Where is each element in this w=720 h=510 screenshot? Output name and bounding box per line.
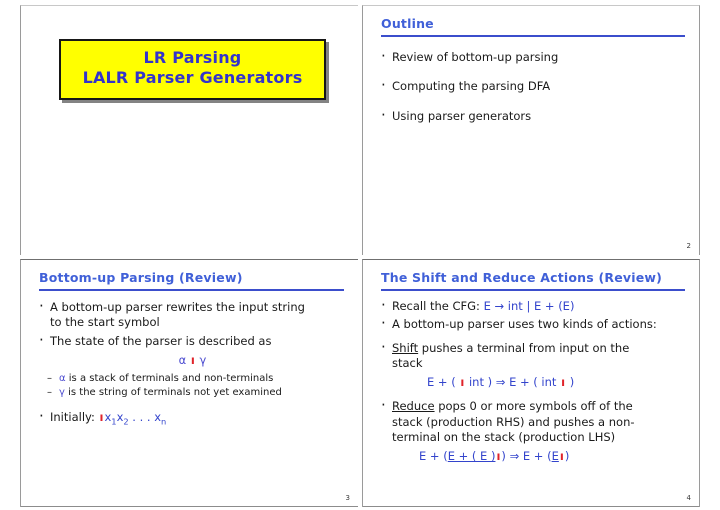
header-rule xyxy=(381,289,685,291)
bullet-rewrites: A bottom-up parser rewrites the input st… xyxy=(37,297,348,331)
implies-arrow-icon: ⇒ xyxy=(495,375,506,390)
initially-label: Initially: xyxy=(50,409,95,424)
slide-outline: Outline Review of bottom-up parsing Comp… xyxy=(362,5,700,255)
shift-example-part2: int ) xyxy=(468,375,493,390)
outline-item-3: Using parser generators xyxy=(379,106,689,125)
header-rule xyxy=(39,289,344,291)
bullet-recall-cfg: Recall the CFG: E → int | E + (E) xyxy=(379,296,689,315)
gamma-symbol: γ xyxy=(59,387,65,399)
slide-bottom-up-header: Bottom-up Parsing (Review) xyxy=(39,270,344,291)
reduce-line-3: terminal on the stack (production LHS) xyxy=(392,429,616,444)
slide-title: LR Parsing LALR Parser Generators xyxy=(20,5,358,255)
title-line-2: LALR Parser Generators xyxy=(82,68,303,88)
sub-bullet-gamma-text: is the string of terminals not yet exami… xyxy=(68,387,282,399)
header-rule xyxy=(381,35,685,37)
slide-handout-page: LR Parsing LALR Parser Generators Outlin… xyxy=(0,0,720,510)
state-notation: α ı γ xyxy=(37,353,348,368)
sub-bullet-alpha: α is a stack of terminals and non-termin… xyxy=(37,372,348,386)
shift-keyword: Shift xyxy=(392,340,419,355)
bullet-two-kinds: A bottom-up parser uses two kinds of act… xyxy=(379,314,689,333)
slide-bottom-up-body: A bottom-up parser rewrites the input st… xyxy=(37,297,348,430)
bullet-shift: Shift pushes a terminal from input on th… xyxy=(379,338,689,372)
slide-shift-reduce-body: Recall the CFG: E → int | E + (E) A bott… xyxy=(379,296,689,469)
bullet-rewrites-line2: to the start symbol xyxy=(50,315,160,330)
page-number: 3 xyxy=(345,494,350,502)
title-line-1: LR Parsing xyxy=(143,48,242,67)
recall-label: Recall the CFG: xyxy=(392,299,480,313)
shift-line-2: stack xyxy=(392,355,423,370)
stack-bar-icon: ı xyxy=(190,352,195,367)
shift-example-part1: E + ( xyxy=(427,375,456,390)
bullet-initially: Initially: ıx1x2 . . . xn xyxy=(37,407,348,427)
page-number: 4 xyxy=(686,494,691,502)
ellipsis: . . . xyxy=(132,409,151,424)
reduce-example: E + (E + ( E )ı) ⇒ E + (Eı) xyxy=(379,449,689,464)
slide-outline-body: Review of bottom-up parsing Computing th… xyxy=(379,47,689,138)
symbol-x2-index: 2 xyxy=(123,416,129,427)
stack-bar-icon: ı xyxy=(460,375,465,390)
shift-example-part4: ) xyxy=(569,375,575,390)
initially-symbols: x1x2 . . . xn xyxy=(104,409,167,427)
slide-bottom-up-parsing: Bottom-up Parsing (Review) A bottom-up p… xyxy=(20,259,358,507)
reduce-example-pre: E + ( xyxy=(419,449,448,464)
title-box: LR Parsing LALR Parser Generators xyxy=(59,39,326,100)
symbol-xn-index: n xyxy=(161,416,167,427)
outline-item-2: Computing the parsing DFA xyxy=(379,76,689,95)
reduce-example-mid: ) xyxy=(501,449,506,464)
bullet-reduce: Reduce pops 0 or more symbols off of the… xyxy=(379,396,689,445)
implies-arrow-icon: ⇒ xyxy=(509,449,520,464)
slide-shift-reduce-header-text: The Shift and Reduce Actions (Review) xyxy=(381,270,663,285)
reduce-text-1: pops 0 or more symbols off of the xyxy=(438,399,633,414)
shift-line-1: Shift pushes a terminal from input on th… xyxy=(392,341,689,356)
reduce-example-end: ) xyxy=(564,449,570,464)
reduce-line-2: stack (production RHS) and pushes a non- xyxy=(392,414,635,429)
reduce-example-lhs: E xyxy=(551,449,559,464)
stack-bar-icon: ı xyxy=(561,375,566,390)
shift-text-1: pushes a terminal from input on the xyxy=(421,340,630,355)
slide-shift-reduce: The Shift and Reduce Actions (Review) Re… xyxy=(362,259,700,507)
alpha-symbol: α xyxy=(178,352,187,367)
slide-outline-header-text: Outline xyxy=(381,16,434,31)
page-number: 2 xyxy=(686,242,691,250)
vertical-spacer xyxy=(37,401,348,410)
bullet-parser-state: The state of the parser is described as xyxy=(37,331,348,350)
cfg-production: E → int | E + (E) xyxy=(483,299,575,313)
reduce-line-1: Reduce pops 0 or more symbols off of the xyxy=(392,399,689,414)
outline-item-1: Review of bottom-up parsing xyxy=(379,47,689,66)
slide-outline-header: Outline xyxy=(381,16,685,37)
shift-example-part3: E + ( int xyxy=(509,375,557,390)
reduce-example-post: E + ( xyxy=(522,449,552,464)
reduce-example-rhs: E + ( E ) xyxy=(447,449,496,464)
bullet-rewrites-line1: A bottom-up parser rewrites the input st… xyxy=(50,300,305,314)
sub-bullet-alpha-text: is a stack of terminals and non-terminal… xyxy=(68,373,274,385)
reduce-keyword: Reduce xyxy=(392,399,435,414)
gamma-symbol: γ xyxy=(199,352,207,367)
slide-bottom-up-header-text: Bottom-up Parsing (Review) xyxy=(39,270,243,285)
sub-bullet-gamma: γ is the string of terminals not yet exa… xyxy=(37,386,348,400)
shift-example: E + ( ı int ) ⇒ E + ( int ı ) xyxy=(379,375,689,390)
alpha-symbol: α xyxy=(59,373,66,385)
slide-shift-reduce-header: The Shift and Reduce Actions (Review) xyxy=(381,270,685,291)
